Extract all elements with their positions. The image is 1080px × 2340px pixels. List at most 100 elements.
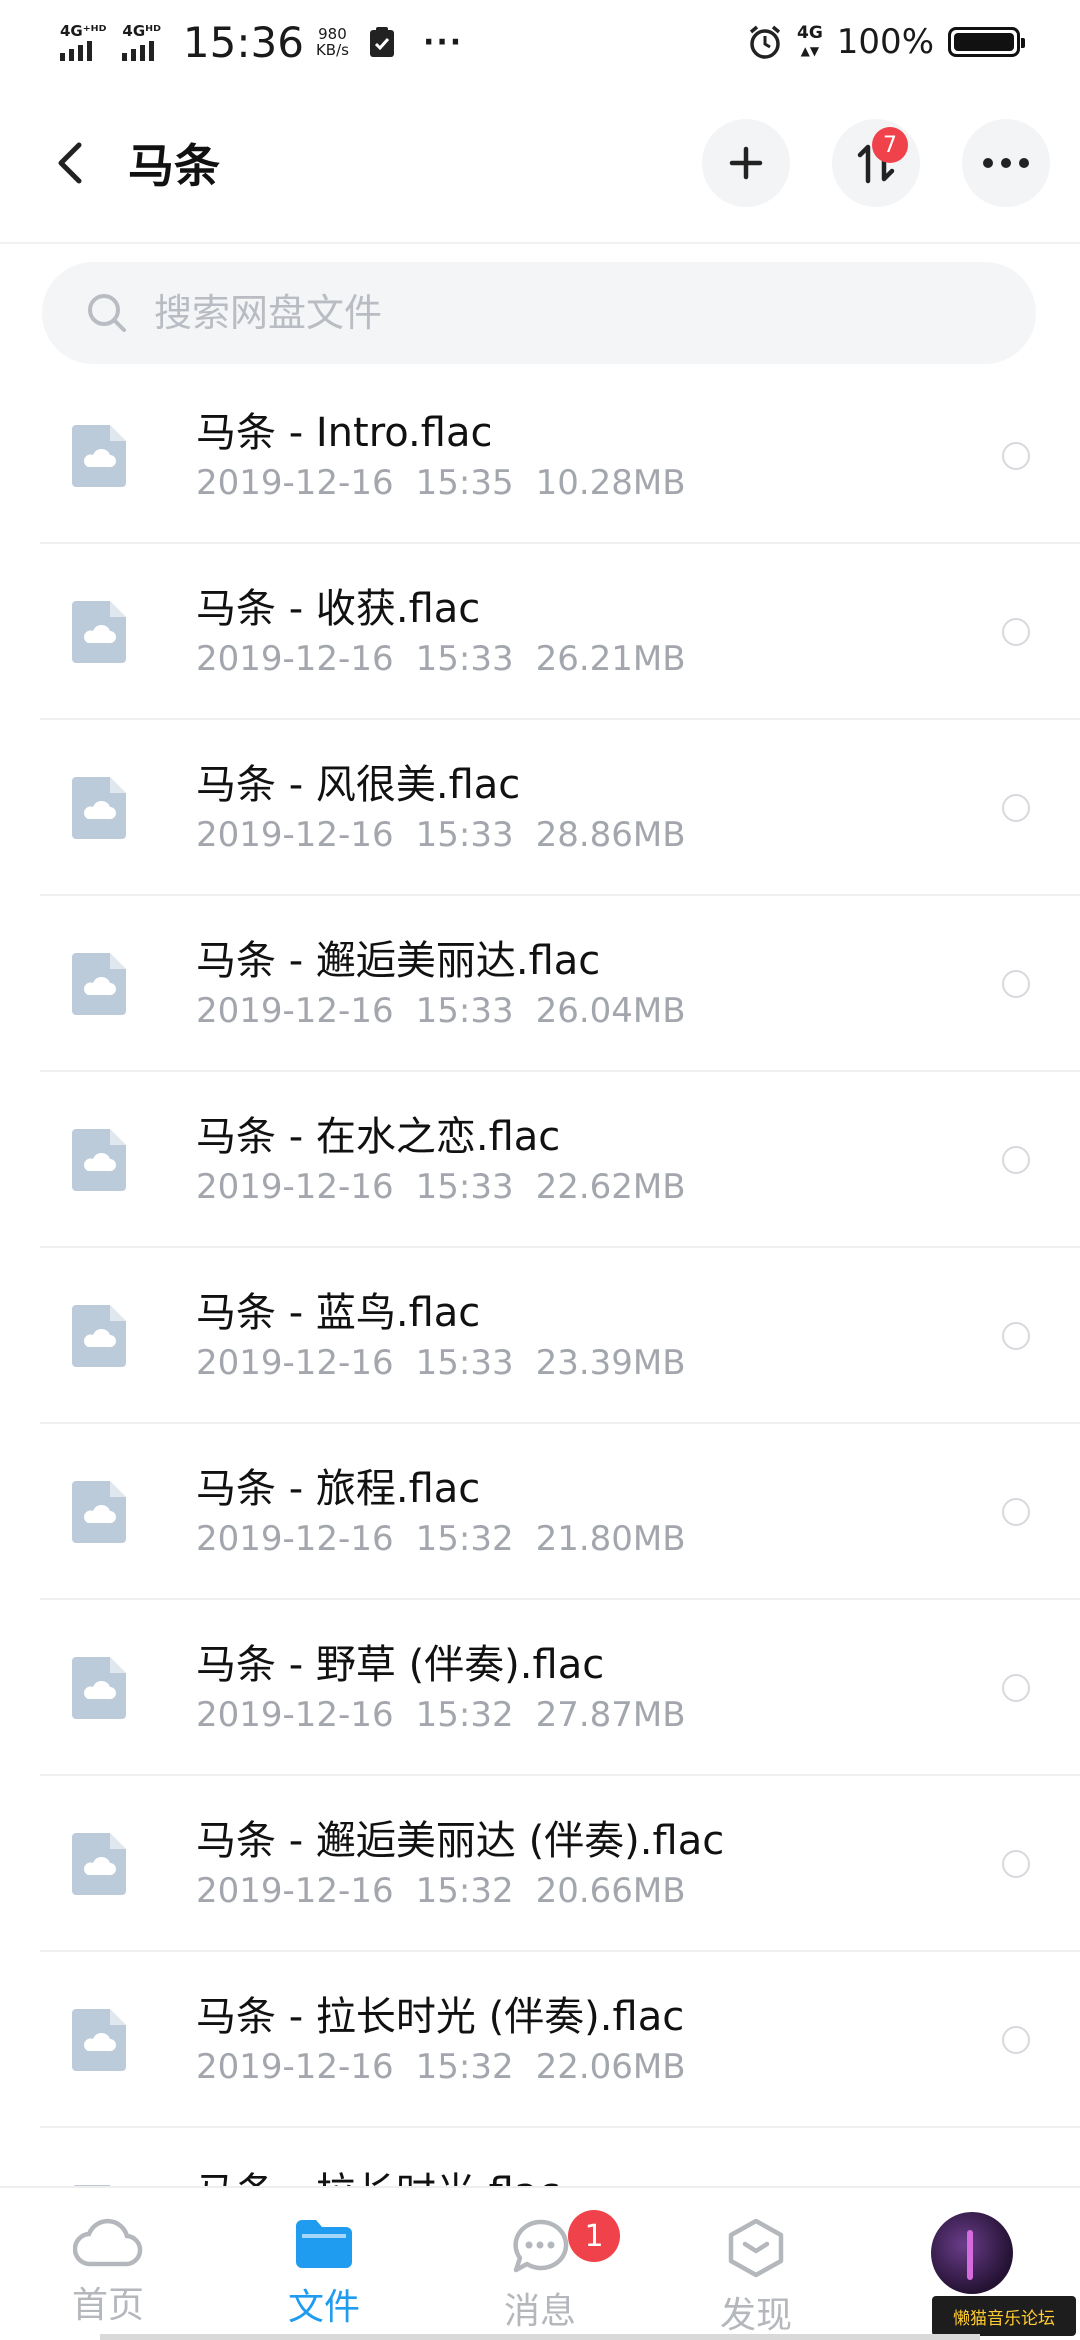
file-row[interactable]: 马条 - 在水之恋.flac 2019-12-16 15:33 22.62MB xyxy=(0,1072,1080,1248)
file-text: 马条 - 在水之恋.flac 2019-12-16 15:33 22.62MB xyxy=(196,1110,686,1210)
file-meta: 2019-12-16 15:32 21.80MB xyxy=(196,1516,686,1562)
network-type: 4G ▲▼ xyxy=(797,24,823,60)
speed-unit: KB/s xyxy=(315,41,349,59)
file-row[interactable]: 马条 - 邂逅美丽达.flac 2019-12-16 15:33 26.04MB xyxy=(0,896,1080,1072)
file-size: 22.06MB xyxy=(535,2047,686,2087)
page-title: 马条 xyxy=(128,139,220,193)
select-checkbox[interactable] xyxy=(1002,2026,1030,2054)
nav-files[interactable]: 文件 xyxy=(216,2188,432,2340)
forum-watermark: 懒猫音乐论坛 xyxy=(932,2296,1076,2336)
file-text: 马条 - Intro.flac 2019-12-16 15:35 10.28MB xyxy=(196,406,686,506)
file-name: 马条 - 风很美.flac xyxy=(196,762,521,808)
nav-home-label: 首页 xyxy=(71,2285,144,2326)
file-date: 2019-12-16 xyxy=(196,815,394,855)
more-button[interactable] xyxy=(962,119,1050,207)
select-checkbox[interactable] xyxy=(1002,794,1030,822)
cloud-icon xyxy=(73,2218,143,2267)
network-speed: 980 KB/s xyxy=(316,26,349,58)
signal-bars-icon xyxy=(122,39,155,61)
file-row[interactable]: 马条 - 野草 (伴奏).flac 2019-12-16 15:32 27.87MB xyxy=(0,1600,1080,1776)
file-name: 马条 - 拉长时光.flac xyxy=(196,2166,560,2186)
file-name: 马条 - Intro.flac xyxy=(196,410,493,456)
select-checkbox[interactable] xyxy=(1002,1498,1030,1526)
file-meta: 2019-12-16 15:33 23.39MB xyxy=(196,1340,686,1386)
file-name: 马条 - 拉长时光 (伴奏).flac xyxy=(196,1994,685,2040)
file-size: 28.86MB xyxy=(535,815,686,855)
file-name: 马条 - 邂逅美丽达 (伴奏).flac xyxy=(196,1818,725,1864)
file-size: 26.04MB xyxy=(535,991,686,1031)
file-time: 15:33 xyxy=(415,1343,514,1383)
transfer-button[interactable]: 7 xyxy=(832,119,920,207)
select-checkbox[interactable] xyxy=(1002,1322,1030,1350)
select-checkbox[interactable] xyxy=(1002,1674,1030,1702)
header-actions: 7 xyxy=(702,119,1050,207)
search-bar[interactable] xyxy=(42,262,1036,364)
select-checkbox[interactable] xyxy=(1002,1850,1030,1878)
file-row[interactable]: 马条 - 邂逅美丽达 (伴奏).flac 2019-12-16 15:32 20.66… xyxy=(0,1776,1080,1952)
file-row[interactable]: 马条 - 旅程.flac 2019-12-16 15:32 21.80MB xyxy=(0,1424,1080,1600)
signal-sim2: 4Gᴴᴰ xyxy=(122,23,161,61)
file-date: 2019-12-16 xyxy=(196,1343,394,1383)
file-size: 10.28MB xyxy=(535,463,686,503)
select-checkbox[interactable] xyxy=(1002,970,1030,998)
file-name: 马条 - 邂逅美丽达.flac xyxy=(196,938,601,984)
file-size: 22.62MB xyxy=(535,1167,686,1207)
file-time: 15:32 xyxy=(415,1519,514,1559)
transfer-badge: 7 xyxy=(872,127,908,163)
nav-messages-label: 消息 xyxy=(503,2291,576,2332)
file-time: 15:33 xyxy=(415,1167,514,1207)
plus-icon xyxy=(729,146,763,180)
file-size: 27.87MB xyxy=(535,1695,686,1735)
file-meta: 2019-12-16 15:32 22.06MB xyxy=(196,2044,686,2090)
file-row[interactable]: 马条 - 收获.flac 2019-12-16 15:33 26.21MB xyxy=(0,544,1080,720)
file-cloud-icon xyxy=(72,1481,126,1543)
nav-discover[interactable]: 发现 xyxy=(648,2188,864,2340)
file-name: 马条 - 在水之恋.flac xyxy=(196,1114,561,1160)
file-text: 马条 - 拉长时光 (伴奏).flac 2019-12-16 15:32 22.06M… xyxy=(196,1990,686,2090)
file-time: 15:35 xyxy=(415,463,514,503)
file-row[interactable]: 马条 - 拉长时光.flac xyxy=(0,2128,1080,2186)
back-button[interactable] xyxy=(40,133,100,193)
file-size: 26.21MB xyxy=(535,639,686,679)
add-button[interactable] xyxy=(702,119,790,207)
file-meta: 2019-12-16 15:32 20.66MB xyxy=(196,1868,724,1914)
file-time: 15:33 xyxy=(415,815,514,855)
select-checkbox[interactable] xyxy=(1002,1146,1030,1174)
file-row[interactable]: 马条 - 拉长时光 (伴奏).flac 2019-12-16 15:32 22.06M… xyxy=(0,1952,1080,2128)
file-list: 马条 - Intro.flac 2019-12-16 15:35 10.28MB 马条 … xyxy=(0,368,1080,2186)
file-time: 15:32 xyxy=(415,2047,514,2087)
status-bar: 4G⁺ᴴᴰ 4Gᴴᴰ 15:36 980 KB/s ··· 4G ▲▼ 100% xyxy=(0,0,1080,84)
file-text: 马条 - 邂逅美丽达.flac 2019-12-16 15:33 26.04MB xyxy=(196,934,686,1034)
file-cloud-icon xyxy=(72,777,126,839)
file-size: 23.39MB xyxy=(535,1343,686,1383)
select-checkbox[interactable] xyxy=(1002,442,1030,470)
file-name: 马条 - 野草 (伴奏).flac xyxy=(196,1642,605,1688)
file-row[interactable]: 马条 - Intro.flac 2019-12-16 15:35 10.28MB xyxy=(0,368,1080,544)
file-date: 2019-12-16 xyxy=(196,1519,394,1559)
file-date: 2019-12-16 xyxy=(196,1695,394,1735)
select-checkbox[interactable] xyxy=(1002,618,1030,646)
file-time: 15:32 xyxy=(415,1695,514,1735)
status-right: 4G ▲▼ 100% xyxy=(747,22,1025,62)
clock: 15:36 xyxy=(182,17,304,67)
file-text: 马条 - 野草 (伴奏).flac 2019-12-16 15:32 27.87MB xyxy=(196,1638,686,1738)
file-text: 马条 - 风很美.flac 2019-12-16 15:33 28.86MB xyxy=(196,758,686,858)
file-meta: 2019-12-16 15:32 27.87MB xyxy=(196,1692,686,1738)
file-row[interactable]: 马条 - 蓝鸟.flac 2019-12-16 15:33 23.39MB xyxy=(0,1248,1080,1424)
file-date: 2019-12-16 xyxy=(196,639,394,679)
file-size: 20.66MB xyxy=(535,1871,686,1911)
sim1-label: 4G⁺ᴴᴰ xyxy=(60,22,107,40)
sim2-label: 4Gᴴᴰ xyxy=(122,22,161,40)
search-input[interactable] xyxy=(154,291,954,335)
file-meta: 2019-12-16 15:33 28.86MB xyxy=(196,812,686,858)
clipboard-check-icon xyxy=(369,26,395,58)
chevron-left-icon xyxy=(58,142,82,184)
file-cloud-icon xyxy=(72,1833,126,1895)
file-row[interactable]: 马条 - 风很美.flac 2019-12-16 15:33 28.86MB xyxy=(0,720,1080,896)
nav-home[interactable]: 首页 xyxy=(0,2188,216,2340)
avatar[interactable] xyxy=(931,2212,1013,2294)
app-header: 马条 7 xyxy=(0,84,1080,244)
nav-messages[interactable]: 1 消息 xyxy=(432,2188,648,2340)
file-date: 2019-12-16 xyxy=(196,463,394,503)
nav-discover-label: 发现 xyxy=(719,2295,792,2336)
